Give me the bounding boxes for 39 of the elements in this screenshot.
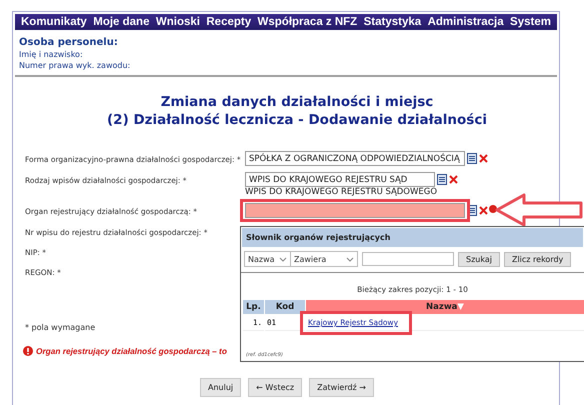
- menu-item[interactable]: Recepty: [206, 16, 252, 28]
- menu-item[interactable]: Komunikaty: [21, 16, 87, 28]
- form-button[interactable]: Zatwierdź →: [309, 378, 374, 397]
- clear-icon[interactable]: [449, 175, 458, 184]
- form-button[interactable]: ← Wstecz: [248, 378, 302, 397]
- input-field[interactable]: SPÓŁKA Z OGRANICZONĄ ODPOWIEDZIALNOŚCIĄ: [245, 151, 465, 166]
- menu-item[interactable]: Statystyka: [364, 16, 422, 28]
- page-title: (2) Działalność lecznicza - Dodawanie działalności: [106, 111, 488, 129]
- search-button[interactable]: Zlicz rekordy: [504, 252, 572, 266]
- search-button[interactable]: Szukaj: [458, 252, 500, 266]
- menu-item[interactable]: Administracja: [428, 16, 504, 28]
- chevron-icon[interactable]: [346, 256, 354, 262]
- list-icon[interactable]: [437, 174, 447, 185]
- error-dot-icon: [489, 205, 497, 213]
- clear-icon[interactable]: [479, 206, 488, 215]
- selected-value: WPIS DO KRAJOWEGO REJESTRU SĄDOWEGO: [245, 187, 438, 197]
- menu-item[interactable]: Współpraca z NFZ: [258, 16, 358, 28]
- dropdown[interactable]: Zawiera: [291, 252, 357, 266]
- error-icon: [23, 346, 33, 356]
- page-title: Zmiana danych działalności i miejsc: [160, 93, 434, 111]
- chevron-icon[interactable]: [279, 256, 287, 262]
- menu-item[interactable]: Wnioski: [156, 16, 200, 28]
- column-header[interactable]: Nazwa▼: [306, 300, 584, 314]
- field-label: Numer prawa wyk. zawodu:: [19, 60, 132, 71]
- form-button[interactable]: Anuluj: [200, 378, 242, 397]
- input-field[interactable]: [245, 203, 465, 218]
- column-header[interactable]: Kod: [265, 300, 305, 314]
- menu-item[interactable]: Moje dane: [93, 16, 150, 28]
- menu-item[interactable]: System: [510, 16, 551, 28]
- input-field[interactable]: WPIS DO KRAJOWEGO REJESTRU SĄD: [245, 172, 435, 187]
- list-icon[interactable]: [467, 153, 477, 164]
- clear-icon[interactable]: [479, 154, 488, 163]
- column-header[interactable]: Lp.: [243, 300, 264, 314]
- error-message: Organ rejestrujący działalność gospodarczą – to: [36, 346, 227, 356]
- dropdown[interactable]: Nazwa: [245, 252, 291, 266]
- popup-title: Słownik organów rejestrujących: [242, 228, 583, 247]
- field-label: Imię i nazwisko:: [19, 49, 84, 60]
- search-field[interactable]: [362, 252, 454, 266]
- section-heading: Osoba personelu:: [19, 36, 119, 49]
